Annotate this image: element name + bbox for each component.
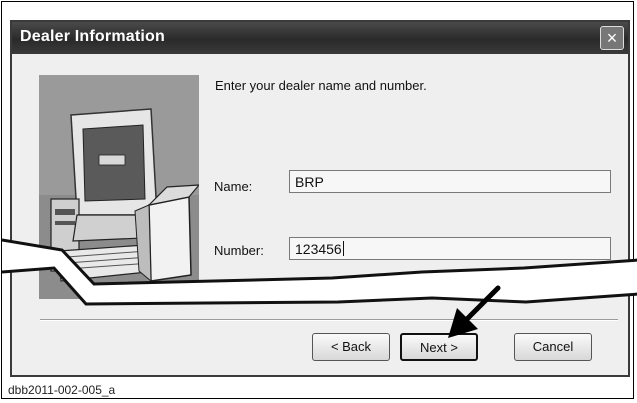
figure-frame: Dealer Information × Enter your dealer n… — [1, 1, 637, 399]
figure-caption: dbb2011-002-005_a — [8, 383, 116, 397]
pointer-arrow — [448, 285, 501, 338]
